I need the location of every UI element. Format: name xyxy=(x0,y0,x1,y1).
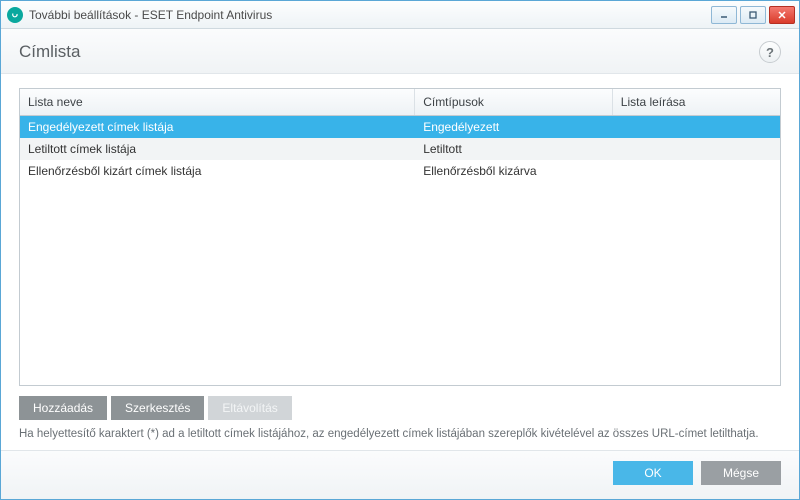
table-header: Lista neve Címtípusok Lista leírása xyxy=(20,89,780,116)
table-row[interactable]: Ellenőrzésből kizárt címek listája Ellen… xyxy=(20,160,780,182)
cell-name: Letiltott címek listája xyxy=(20,138,415,160)
cell-desc xyxy=(613,138,780,160)
address-list-table: Lista neve Címtípusok Lista leírása Enge… xyxy=(19,88,781,386)
dialog-footer: OK Mégse xyxy=(1,450,799,499)
column-header-type[interactable]: Címtípusok xyxy=(415,89,613,115)
window-title: További beállítások - ESET Endpoint Anti… xyxy=(29,8,711,22)
table-row[interactable]: Letiltott címek listája Letiltott xyxy=(20,138,780,160)
help-icon: ? xyxy=(766,45,774,60)
app-window: További beállítások - ESET Endpoint Anti… xyxy=(0,0,800,500)
dialog-body: Lista neve Címtípusok Lista leírása Enge… xyxy=(1,74,799,450)
app-logo-icon xyxy=(7,7,23,23)
cell-type: Letiltott xyxy=(415,138,613,160)
cell-name: Ellenőrzésből kizárt címek listája xyxy=(20,160,415,182)
ok-button[interactable]: OK xyxy=(613,461,693,485)
window-controls xyxy=(711,6,795,24)
page-title: Címlista xyxy=(19,42,759,62)
edit-button[interactable]: Szerkesztés xyxy=(111,396,204,420)
hint-text: Ha helyettesítő karaktert (*) ad a letil… xyxy=(19,428,781,440)
cell-type: Engedélyezett xyxy=(415,116,613,138)
table-row[interactable]: Engedélyezett címek listája Engedélyezet… xyxy=(20,116,780,138)
titlebar: További beállítások - ESET Endpoint Anti… xyxy=(1,1,799,29)
add-button[interactable]: Hozzáadás xyxy=(19,396,107,420)
remove-button: Eltávolítás xyxy=(208,396,291,420)
cell-name: Engedélyezett címek listája xyxy=(20,116,415,138)
cell-desc xyxy=(613,160,780,182)
table-actions: Hozzáadás Szerkesztés Eltávolítás xyxy=(19,396,781,420)
cancel-button[interactable]: Mégse xyxy=(701,461,781,485)
cell-desc xyxy=(613,116,780,138)
close-button[interactable] xyxy=(769,6,795,24)
table-body: Engedélyezett címek listája Engedélyezet… xyxy=(20,116,780,385)
column-header-desc[interactable]: Lista leírása xyxy=(613,89,780,115)
maximize-button[interactable] xyxy=(740,6,766,24)
cell-type: Ellenőrzésből kizárva xyxy=(415,160,613,182)
help-button[interactable]: ? xyxy=(759,41,781,63)
minimize-button[interactable] xyxy=(711,6,737,24)
dialog-header: Címlista ? xyxy=(1,29,799,74)
column-header-name[interactable]: Lista neve xyxy=(20,89,415,115)
